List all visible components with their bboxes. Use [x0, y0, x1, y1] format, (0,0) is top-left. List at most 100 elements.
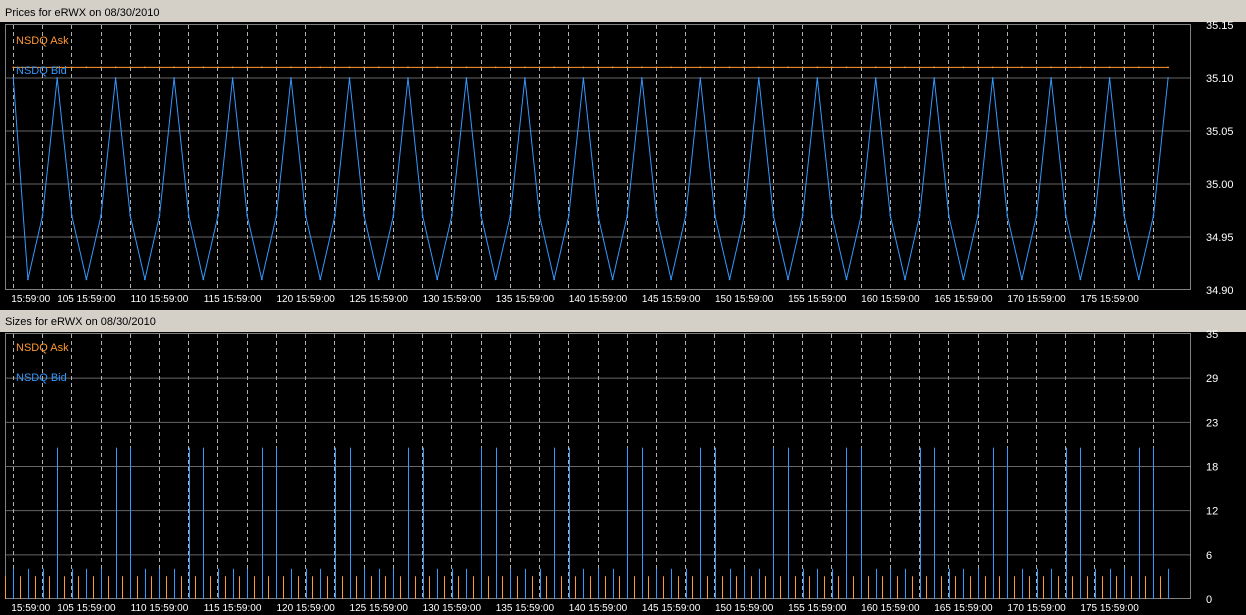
- bid-price-point: [597, 214, 599, 217]
- bid-price-point: [509, 214, 512, 217]
- bid-price-point: [480, 214, 482, 217]
- sizes-title: Sizes for eRWX on 08/30/2010: [5, 316, 156, 328]
- bid-price-point: [290, 77, 292, 79]
- bid-price-point: [1021, 278, 1023, 281]
- bid-price-point: [1006, 214, 1009, 217]
- ask-price-point: [85, 66, 88, 69]
- bid-price-point: [333, 214, 336, 217]
- ask-price-point: [450, 66, 453, 69]
- ask-price-point: [465, 66, 468, 69]
- x-tick-label: 105 15:59:00: [57, 294, 116, 305]
- bid-price-point: [830, 214, 833, 217]
- ask-price-point: [933, 66, 936, 69]
- sizes-legend-ask: NSDQ Ask: [16, 342, 69, 354]
- ask-price-point: [816, 66, 819, 69]
- bid-price-point: [129, 214, 132, 217]
- bid-price-point: [860, 214, 863, 217]
- ask-price-point: [231, 66, 234, 69]
- sizes-header: [0, 310, 1246, 332]
- bid-price-point: [1137, 278, 1140, 281]
- bid-price-point: [70, 214, 73, 217]
- x-tick-label: 150 15:59:00: [715, 603, 774, 614]
- bid-price-point: [421, 214, 424, 217]
- bid-price-point: [626, 214, 629, 217]
- ask-price-point: [100, 66, 102, 69]
- ask-price-point: [304, 66, 307, 69]
- ask-price-point: [801, 66, 804, 69]
- sizes-x-axis: 15:59:00 105 15:59:00 110 15:59:00 115 15:5…: [11, 603, 1139, 614]
- bid-price-point: [582, 77, 585, 79]
- bid-price-point: [187, 214, 190, 217]
- bid-price-point: [1079, 278, 1082, 281]
- ask-price-point: [246, 66, 249, 69]
- bid-price-point: [918, 214, 921, 217]
- ask-price-point: [597, 66, 599, 69]
- ask-price-point: [743, 66, 746, 69]
- x-tick-label: 155 15:59:00: [788, 294, 847, 305]
- bid-price-point: [714, 214, 716, 217]
- ask-price-point: [728, 66, 731, 69]
- x-tick-label: 160 15:59:00: [861, 294, 920, 305]
- bid-price-point: [231, 77, 234, 79]
- x-tick-label: 130 15:59:00: [423, 294, 482, 305]
- bid-price-point: [173, 77, 175, 79]
- y-tick-label: 35.05: [1206, 126, 1234, 138]
- bid-price-point: [787, 278, 789, 281]
- ask-price-point: [187, 66, 190, 69]
- bid-price-point: [1108, 77, 1111, 79]
- ask-price-point: [407, 66, 409, 69]
- bid-price-point: [319, 278, 322, 281]
- bid-price-point: [947, 214, 950, 217]
- bid-price-point: [1064, 214, 1067, 217]
- ask-price-point: [509, 66, 512, 69]
- chart-window: Prices for eRWX on 08/30/2010 35.15 35.10…: [0, 0, 1246, 615]
- ask-price-point: [348, 66, 351, 69]
- x-tick-label: 120 15:59:00: [276, 603, 335, 614]
- ask-price-point: [889, 66, 892, 69]
- ask-price-point: [553, 66, 556, 69]
- ask-price-point: [1050, 66, 1053, 69]
- bid-price-point: [450, 214, 453, 217]
- y-tick-label: 34.95: [1206, 232, 1234, 244]
- bid-price-point: [962, 278, 965, 281]
- x-tick-label: 140 15:59:00: [569, 603, 628, 614]
- x-tick-label: 165 15:59:00: [934, 603, 993, 614]
- bid-price-point: [845, 278, 848, 281]
- bid-price-point: [889, 214, 892, 217]
- bid-price-point: [260, 278, 263, 281]
- ask-price-point: [524, 66, 526, 69]
- bid-price-point: [56, 77, 59, 79]
- ask-price-point: [830, 66, 833, 69]
- bid-price-point: [611, 278, 614, 281]
- bid-price-point: [743, 214, 746, 217]
- ask-price-point: [173, 66, 175, 69]
- sizes-legend-bid: NSDQ Bid: [16, 372, 67, 384]
- x-tick-label: 170 15:59:00: [1007, 603, 1066, 614]
- bid-price-point: [494, 278, 497, 281]
- ask-price-point: [918, 66, 921, 69]
- x-tick-label: 125 15:59:00: [350, 294, 409, 305]
- ask-price-point: [1094, 66, 1096, 69]
- ask-price-point: [1021, 66, 1023, 69]
- ask-price-point: [436, 66, 439, 69]
- x-tick-label: 105 15:59:00: [57, 603, 116, 614]
- ask-price-point: [904, 66, 906, 69]
- bid-price-point: [524, 77, 526, 79]
- x-tick-label: 175 15:59:00: [1080, 294, 1139, 305]
- ask-price-point: [363, 66, 366, 69]
- ask-price-point: [143, 66, 146, 69]
- bid-price-point: [1152, 214, 1155, 217]
- x-tick-label: 115 15:59:00: [204, 294, 262, 305]
- bid-price-point: [377, 278, 380, 281]
- x-tick-label: 145 15:59:00: [642, 294, 701, 305]
- y-tick-label: 34.90: [1206, 285, 1234, 297]
- bid-price-point: [977, 214, 979, 217]
- bid-price-point: [816, 77, 819, 79]
- bid-price-point: [991, 77, 994, 79]
- ask-price-point: [1079, 66, 1082, 69]
- bid-price-point: [246, 214, 249, 217]
- ask-price-point: [202, 66, 205, 69]
- y-tick-label: 18: [1206, 462, 1218, 474]
- bid-price-point: [85, 278, 88, 281]
- ask-price-point: [319, 66, 322, 69]
